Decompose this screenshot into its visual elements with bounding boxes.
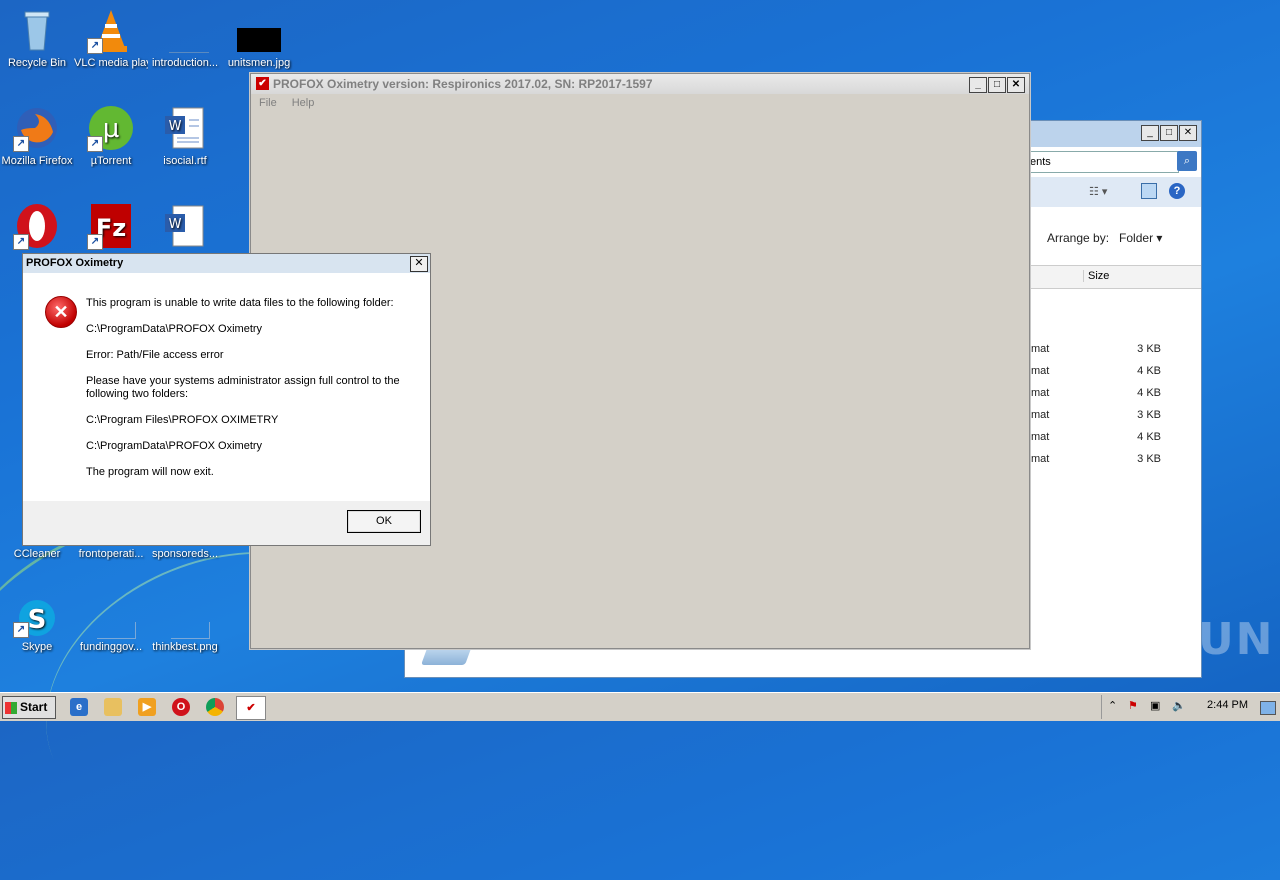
dialog-footer: OK [23, 501, 430, 545]
desktop-icon-unitsmen[interactable]: unitsmen.jpg [222, 6, 296, 70]
desktop-icon-utorrent[interactable]: µ ↗ µTorrent [74, 104, 148, 168]
word-document-icon: W [161, 202, 209, 250]
file-row[interactable]: mat 3 KB [1031, 409, 1161, 431]
desktop-icon-recycle-bin[interactable]: Recycle Bin [0, 6, 74, 70]
size-column-header[interactable]: Size [1083, 270, 1162, 282]
network-icon[interactable]: ▣ [1150, 699, 1160, 712]
file-row[interactable]: mat 4 KB [1031, 431, 1161, 453]
menu-bar: File Help [251, 94, 1029, 112]
dialog-message-line: Error: Path/File access error [86, 349, 224, 361]
desktop-icon-sponsoreds[interactable]: sponsoreds... [148, 548, 222, 561]
dialog-message-line: C:\Program Files\PROFOX OXIMETRY [86, 414, 279, 426]
start-button[interactable]: Start [2, 696, 56, 719]
window-controls: _ □ ✕ [969, 77, 1025, 93]
desktop-icon-thinkbest[interactable]: thinkbest.png [148, 598, 222, 654]
action-center-icon[interactable]: ⚑ [1128, 699, 1138, 712]
shortcut-arrow-icon: ↗ [13, 234, 29, 250]
dialog-title[interactable]: PROFOX Oximetry [23, 254, 430, 273]
view-options-icon[interactable]: ☷ ▾ [1089, 185, 1107, 198]
menu-file[interactable]: File [251, 94, 284, 109]
taskbar: Start e ▶ O ✔ ⌃ ⚑ ▣ 🔈 2:44 PM [0, 692, 1280, 721]
window-titlebar[interactable]: ✔ PROFOX Oximetry version: Respironics 2… [251, 74, 1029, 94]
system-tray: ⌃ ⚑ ▣ 🔈 2:44 PM [1101, 695, 1280, 719]
arrange-by-control[interactable]: Arrange by: Folder ▾ [1047, 231, 1162, 245]
anyrun-watermark: ANY RUN [1036, 614, 1275, 665]
ie-icon[interactable]: e [70, 698, 88, 716]
clock[interactable]: 2:44 PM [1207, 699, 1248, 711]
ok-button[interactable]: OK [347, 510, 421, 533]
dialog-message-line: The program will now exit. [86, 466, 214, 478]
file-thumbnail-icon [161, 6, 209, 54]
file-row[interactable]: mat 4 KB [1031, 387, 1161, 409]
error-icon: ✕ [45, 296, 77, 328]
file-row[interactable]: mat 3 KB [1031, 453, 1161, 475]
desktop-icon-fundinggov[interactable]: fundinggov... [74, 598, 148, 654]
show-hidden-icons-icon[interactable]: ⌃ [1108, 699, 1117, 712]
shortcut-arrow-icon: ↗ [13, 622, 29, 638]
file-row[interactable]: mat 4 KB [1031, 365, 1161, 387]
minimize-button[interactable]: _ [969, 77, 987, 93]
desktop-icon-isocial[interactable]: W isocial.rtf [148, 104, 222, 168]
file-row[interactable]: mat 3 KB [1031, 343, 1161, 365]
svg-text:µ: µ [103, 114, 120, 144]
shortcut-arrow-icon: ↗ [87, 38, 103, 54]
explorer-window-controls: _ □ ✕ [1141, 125, 1197, 141]
help-icon[interactable]: ? [1169, 183, 1185, 199]
close-button[interactable]: ✕ [1007, 77, 1025, 93]
shortcut-arrow-icon: ↗ [13, 136, 29, 152]
chrome-icon[interactable] [206, 698, 224, 716]
dialog-message-line: C:\ProgramData\PROFOX Oximetry [86, 440, 263, 452]
show-desktop-icon[interactable] [1260, 701, 1276, 715]
dialog-close-button[interactable]: ✕ [410, 256, 428, 272]
desktop-icon-introduction[interactable]: introduction... [148, 6, 222, 70]
menu-help[interactable]: Help [284, 94, 322, 109]
explorer-folder-icon[interactable] [104, 698, 122, 716]
desktop-icon-vlc[interactable]: ↗ VLC media player [74, 6, 148, 70]
skype-icon: S ↗ [13, 598, 61, 638]
filezilla-icon: Fz ↗ [87, 202, 135, 250]
image-thumbnail-icon [235, 6, 283, 54]
maximize-button[interactable]: □ [988, 77, 1006, 93]
desktop-icon-skype[interactable]: S ↗ Skype [0, 598, 74, 654]
desktop-icon-firefox[interactable]: ↗ Mozilla Firefox [0, 104, 74, 168]
opera-icon: ↗ [13, 202, 61, 250]
word-document-icon: W [161, 104, 209, 152]
dialog-message-line: Please have your systems administrator a… [86, 375, 400, 400]
vlc-cone-icon: ↗ [87, 6, 135, 54]
taskbar-profox-button[interactable]: ✔ [236, 696, 266, 720]
maximize-button[interactable]: □ [1160, 125, 1178, 141]
image-thumbnail-icon [161, 598, 210, 639]
svg-text:S: S [28, 605, 47, 635]
firefox-icon: ↗ [13, 104, 61, 152]
desktop-icon-filezilla[interactable]: Fz ↗ [74, 202, 148, 253]
search-icon[interactable]: ⌕ [1177, 151, 1197, 171]
shortcut-arrow-icon: ↗ [87, 136, 103, 152]
desktop-icon-opera[interactable]: ↗ [0, 202, 74, 253]
explorer-search-input[interactable]: ents [1025, 151, 1179, 173]
windows-logo-icon [5, 701, 17, 714]
volume-icon[interactable]: 🔈 [1172, 699, 1186, 712]
media-player-icon[interactable]: ▶ [138, 698, 156, 716]
close-button[interactable]: ✕ [1179, 125, 1197, 141]
error-dialog[interactable]: PROFOX Oximetry ✕ ✕ This program is unab… [22, 253, 431, 546]
svg-text:W: W [169, 217, 182, 232]
app-logo-icon: ✔ [256, 77, 269, 90]
window-title: PROFOX Oximetry version: Respironics 201… [273, 77, 653, 91]
svg-text:W: W [169, 119, 182, 134]
dialog-message-line: C:\ProgramData\PROFOX Oximetry [86, 323, 263, 335]
preview-pane-icon[interactable] [1141, 183, 1157, 199]
utorrent-icon: µ ↗ [87, 104, 135, 152]
opera-icon[interactable]: O [172, 698, 190, 716]
recycle-bin-icon [13, 6, 61, 54]
minimize-button[interactable]: _ [1141, 125, 1159, 141]
chevron-down-icon: ▾ [1156, 231, 1163, 245]
dialog-message-line: This program is unable to write data fil… [86, 297, 394, 309]
desktop-icon-word-doc[interactable]: W [148, 202, 222, 253]
desktop-icon-frontoperati[interactable]: frontoperati... [74, 548, 148, 561]
shortcut-arrow-icon: ↗ [87, 234, 103, 250]
desktop-icon-ccleaner[interactable]: CCleaner [0, 548, 74, 561]
file-thumbnail-icon [87, 598, 136, 639]
